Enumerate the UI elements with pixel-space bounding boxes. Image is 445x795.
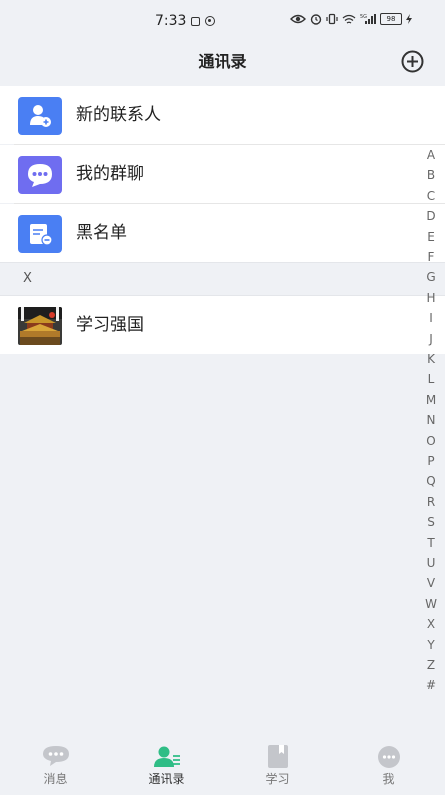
- index-letter[interactable]: A: [420, 148, 442, 162]
- row-label: 我的群聊: [76, 164, 144, 184]
- status-bar: 7:33 5G 98: [0, 0, 445, 42]
- index-letter[interactable]: D: [420, 209, 442, 223]
- gallery-notification-icon: [191, 16, 201, 26]
- tab-me[interactable]: 我: [333, 737, 444, 795]
- page-title: 通讯录: [198, 52, 247, 71]
- tab-label: 我: [382, 772, 395, 786]
- index-letter[interactable]: C: [420, 189, 442, 203]
- tab-label: 学习: [265, 772, 290, 786]
- index-letter[interactable]: B: [420, 168, 442, 182]
- chat-bubble-icon: [43, 746, 69, 766]
- index-letter[interactable]: #: [420, 678, 442, 692]
- nav-bar: 通讯录: [0, 42, 445, 86]
- index-letter[interactable]: E: [420, 230, 442, 244]
- index-letter[interactable]: U: [420, 556, 442, 570]
- add-icon[interactable]: [401, 50, 424, 73]
- svg-text:5G: 5G: [360, 14, 367, 20]
- book-icon: [268, 745, 288, 768]
- index-letter[interactable]: S: [420, 515, 442, 529]
- index-letter[interactable]: Z: [420, 658, 442, 672]
- vibrate-icon: [326, 13, 338, 25]
- index-letter[interactable]: M: [420, 393, 442, 407]
- avatar: [18, 307, 62, 345]
- index-letter[interactable]: J: [420, 332, 442, 346]
- index-letter[interactable]: R: [420, 495, 442, 509]
- tab-messages[interactable]: 消息: [0, 737, 111, 795]
- blacklist-row[interactable]: 黑名单: [0, 204, 445, 262]
- wifi-icon: [342, 14, 356, 24]
- index-letter[interactable]: N: [420, 413, 442, 427]
- index-letter[interactable]: G: [420, 270, 442, 284]
- index-letter[interactable]: O: [420, 434, 442, 448]
- index-letter[interactable]: W: [420, 597, 442, 611]
- section-letter: X: [23, 271, 32, 286]
- index-letter[interactable]: I: [420, 311, 442, 325]
- index-letter[interactable]: Y: [420, 638, 442, 652]
- index-letter[interactable]: X: [420, 617, 442, 631]
- index-letter[interactable]: K: [420, 352, 442, 366]
- row-label: 黑名单: [76, 223, 127, 243]
- tab-study[interactable]: 学习: [222, 737, 333, 795]
- index-letter[interactable]: P: [420, 454, 442, 468]
- tab-label: 通讯录: [148, 772, 185, 786]
- charging-icon: [406, 14, 412, 24]
- status-indicators: 5G 98: [290, 13, 412, 25]
- section-header-x: X: [0, 262, 445, 296]
- index-letter[interactable]: Q: [420, 474, 442, 488]
- tab-label: 消息: [43, 772, 68, 786]
- index-letter[interactable]: V: [420, 576, 442, 590]
- add-contact-icon: [18, 97, 62, 135]
- index-letter[interactable]: T: [420, 536, 442, 550]
- tab-bar: 消息 通讯录 学习 我: [0, 737, 445, 795]
- signal-icon: 5G: [360, 14, 376, 24]
- contact-row[interactable]: 学习强国: [0, 296, 445, 354]
- row-label: 新的联系人: [76, 105, 161, 125]
- alarm-icon: [310, 14, 322, 25]
- row-label: 学习强国: [76, 315, 144, 335]
- tab-contacts[interactable]: 通讯录: [111, 737, 222, 795]
- app-notification-icon: [205, 16, 216, 26]
- group-chats-row[interactable]: 我的群聊: [0, 145, 445, 203]
- battery-indicator: 98: [380, 13, 402, 25]
- blacklist-icon: [18, 215, 62, 253]
- profile-icon: [378, 746, 400, 768]
- group-chat-icon: [18, 156, 62, 194]
- eye-icon: [290, 14, 306, 24]
- new-contacts-row[interactable]: 新的联系人: [0, 86, 445, 144]
- status-time-group: 7:33: [155, 13, 216, 29]
- index-letter[interactable]: F: [420, 250, 442, 264]
- index-letter[interactable]: L: [420, 372, 442, 386]
- contacts-icon: [154, 746, 180, 767]
- index-letter[interactable]: H: [420, 291, 442, 305]
- status-time: 7:33: [155, 13, 187, 29]
